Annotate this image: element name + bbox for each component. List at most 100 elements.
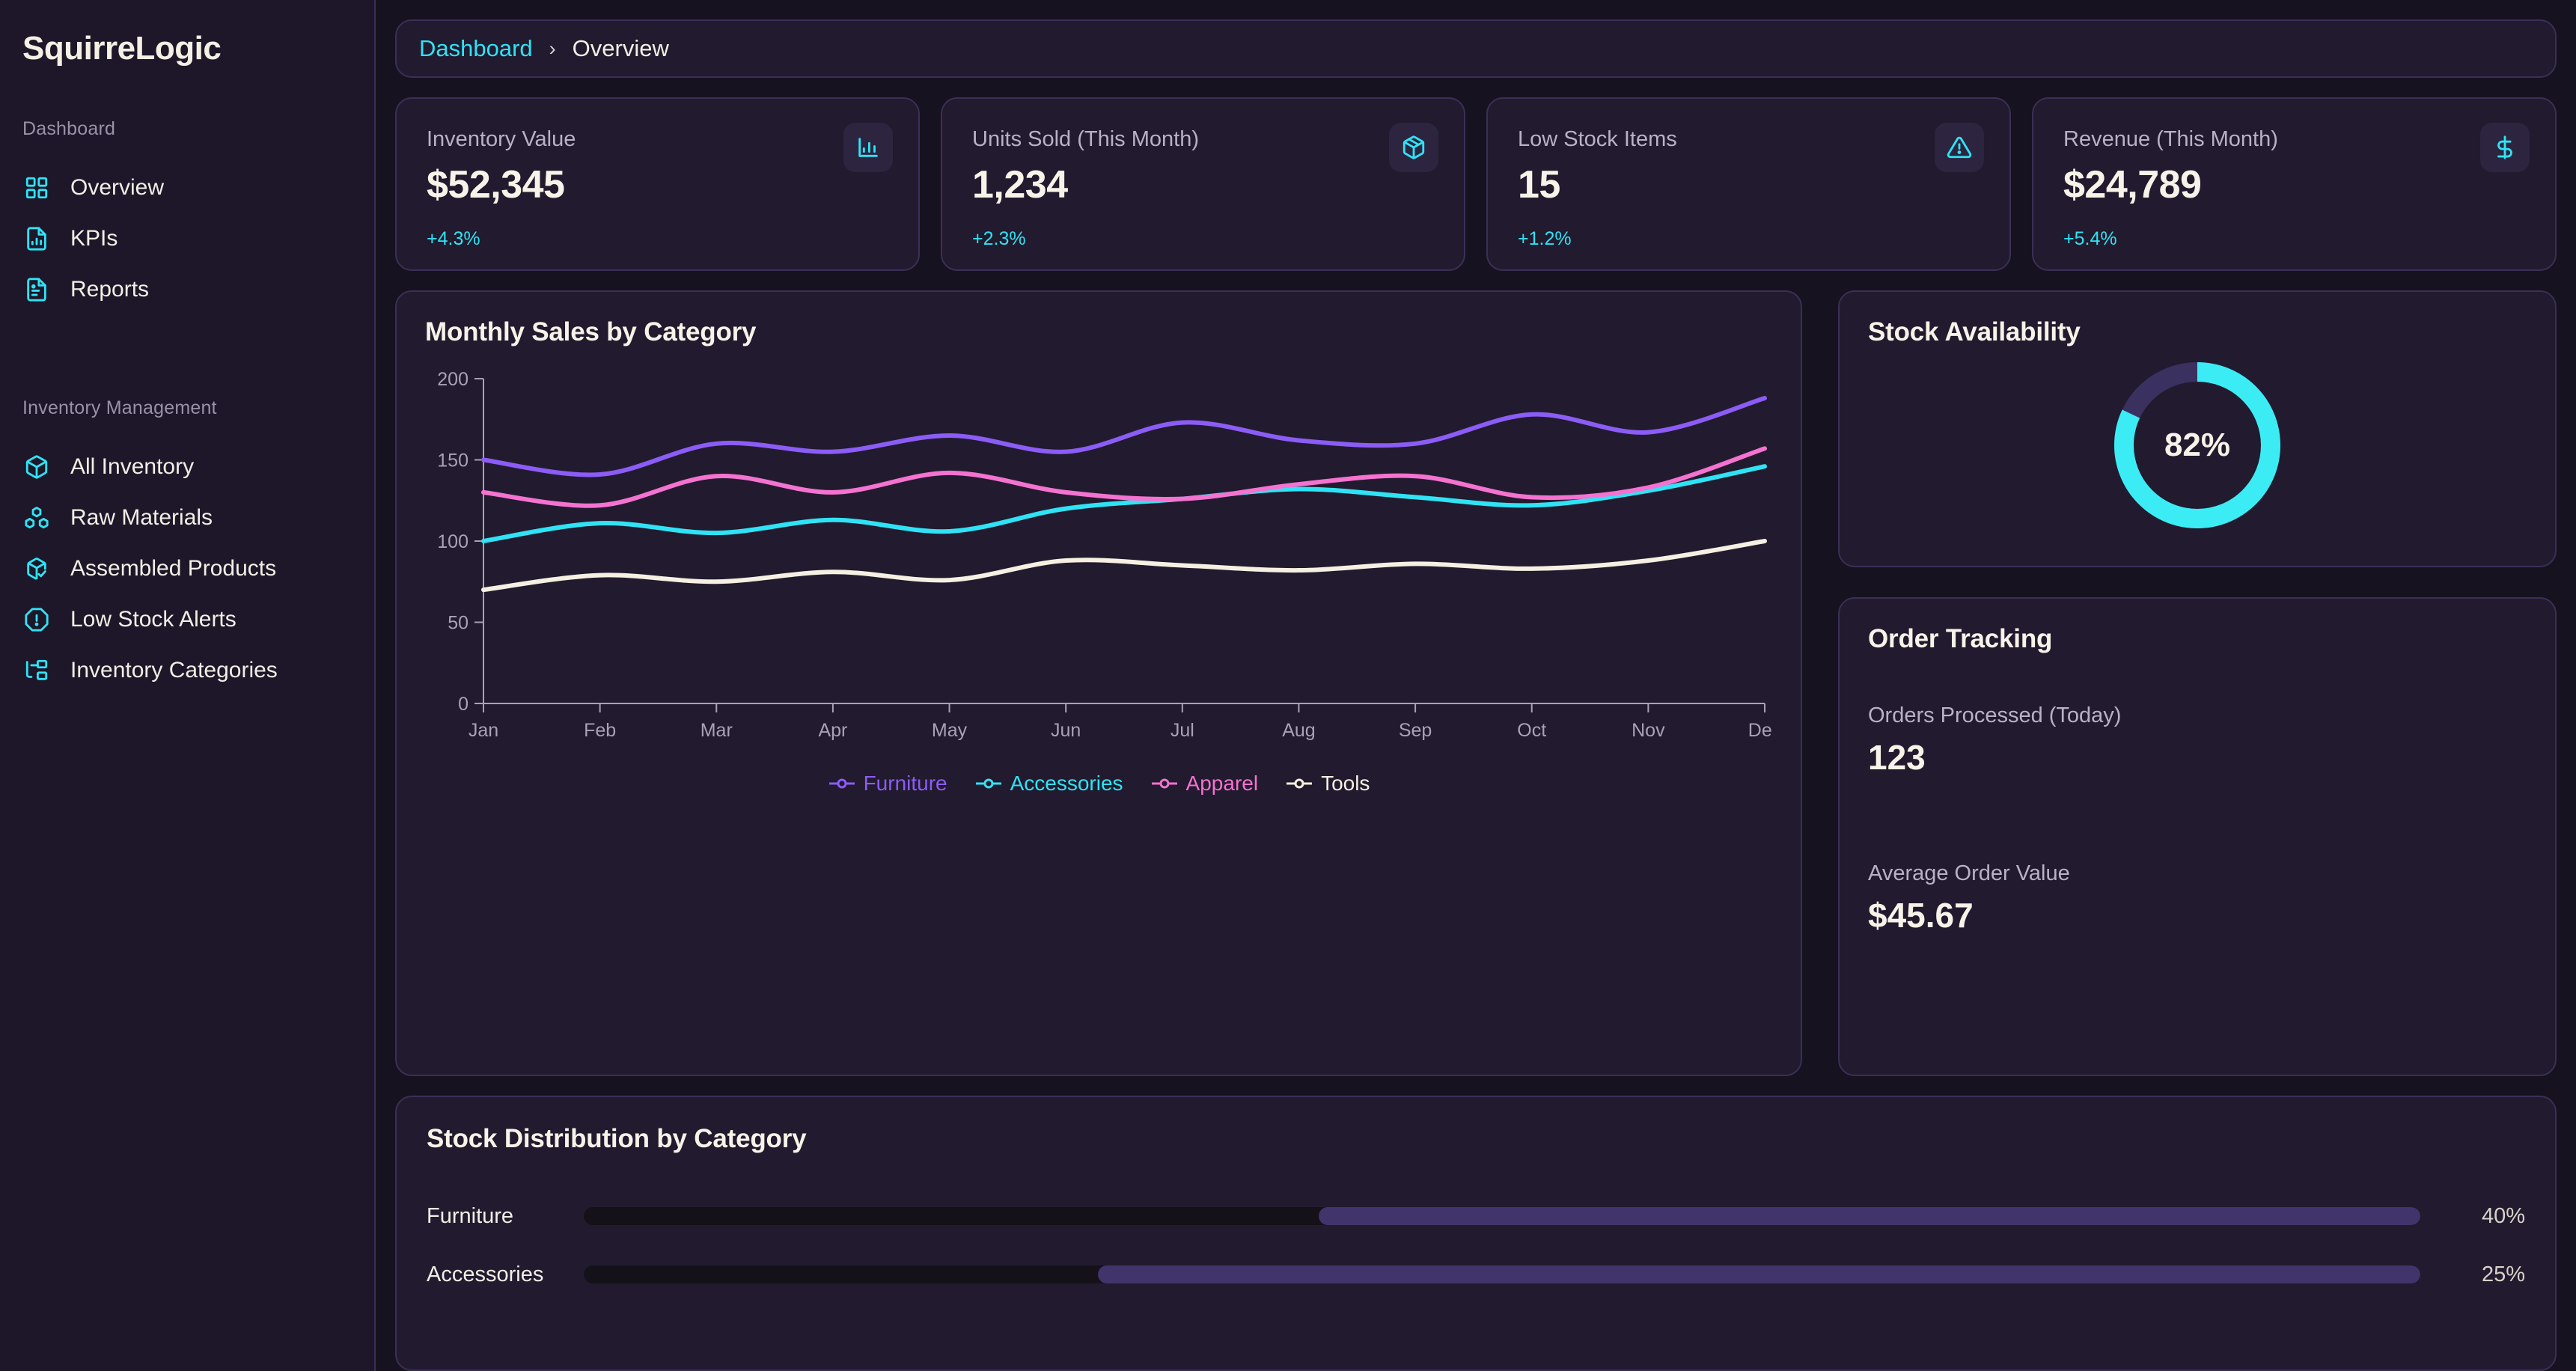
legend-item-apparel[interactable]: Apparel	[1150, 772, 1259, 796]
chart-title: Monthly Sales by Category	[425, 317, 757, 346]
stock-availability-card: Stock Availability 82%	[1838, 290, 2557, 567]
order-metric-orders-processed: Orders Processed (Today) 123	[1868, 703, 2527, 778]
donut-chart: 82%	[1868, 352, 2527, 539]
svg-text:Dec: Dec	[1748, 720, 1772, 741]
svg-text:150: 150	[437, 451, 468, 471]
sidebar: SquirreLogic Dashboard Overview KPIs Rep…	[0, 0, 376, 1371]
kpi-value: 15	[1518, 163, 1560, 207]
kpi-card-low-stock-items[interactable]: Low Stock Items 15 +1.2%	[1486, 97, 2011, 271]
main-content: Dashboard › Overview Inventory Value $52…	[376, 0, 2576, 1371]
package-check-icon	[22, 555, 51, 583]
box-icon	[22, 453, 51, 481]
kpi-label: Revenue (This Month)	[2063, 127, 2278, 151]
svg-text:Nov: Nov	[1632, 720, 1665, 741]
stock-distribution-bar-track	[584, 1265, 2420, 1283]
line-chart-plot: 0 50 100 150 200 Jan Feb Mar Apr May Jun Jul Aug Sep O…	[425, 368, 1781, 761]
sidebar-item-assembled-products[interactable]: Assembled Products	[0, 543, 374, 594]
kpi-row: Inventory Value $52,345 +4.3% Units Sold…	[395, 97, 2557, 271]
legend-label: Accessories	[1010, 772, 1123, 795]
legend-label: Furniture	[863, 772, 947, 795]
stock-distribution-row: Furniture 40%	[427, 1187, 2525, 1245]
order-tracking-title: Order Tracking	[1868, 624, 2053, 653]
legend-item-tools[interactable]: Tools	[1285, 772, 1370, 796]
svg-text:0: 0	[458, 694, 468, 715]
kpi-delta: +2.3%	[972, 228, 1026, 249]
sidebar-item-kpis[interactable]: KPIs	[0, 213, 374, 264]
bar-chart-icon	[843, 123, 893, 172]
legend-marker-icon	[1151, 778, 1177, 789]
stock-distribution-category-label: Furniture	[427, 1203, 514, 1228]
side-column: Stock Availability 82% Order Tracking Or…	[1838, 290, 2557, 1076]
monthly-sales-chart-card: Monthly Sales by Category 0 50 100 150 200 Ja…	[395, 290, 1802, 1076]
legend-label: Tools	[1321, 772, 1370, 795]
file-text-icon	[22, 275, 51, 304]
sidebar-item-label: Low Stock Alerts	[70, 607, 236, 632]
sidebar-group-dashboard: Dashboard Overview KPIs Reports	[0, 118, 374, 315]
svg-text:200: 200	[437, 369, 468, 390]
sidebar-item-inventory-categories[interactable]: Inventory Categories	[0, 645, 374, 696]
svg-text:Mar: Mar	[701, 720, 733, 741]
alert-octagon-icon	[22, 605, 51, 634]
svg-text:Jan: Jan	[468, 720, 498, 741]
sidebar-item-raw-materials[interactable]: Raw Materials	[0, 492, 374, 543]
kpi-delta: +4.3%	[427, 228, 480, 249]
svg-text:May: May	[932, 720, 968, 741]
donut-percent-label: 82%	[2164, 427, 2231, 463]
sidebar-item-reports[interactable]: Reports	[0, 264, 374, 315]
sidebar-item-label: Reports	[70, 277, 150, 302]
kpi-label: Low Stock Items	[1518, 127, 1677, 151]
legend-label: Apparel	[1185, 772, 1259, 795]
dollar-icon	[2480, 123, 2530, 172]
sidebar-item-overview[interactable]: Overview	[0, 162, 374, 213]
order-metric-label: Average Order Value	[1868, 861, 2070, 885]
stock-distribution-title: Stock Distribution by Category	[427, 1124, 807, 1153]
stock-distribution-card: Stock Distribution by Category Furniture…	[395, 1096, 2557, 1371]
kpi-value: 1,234	[972, 163, 1068, 207]
svg-text:Feb: Feb	[584, 720, 616, 741]
kpi-label: Inventory Value	[427, 127, 576, 151]
order-metric-value: $45.67	[1868, 896, 1974, 935]
kpi-delta: +1.2%	[1518, 228, 1572, 249]
breadcrumb-link-dashboard[interactable]: Dashboard	[419, 35, 533, 62]
sidebar-item-label: KPIs	[70, 226, 118, 251]
kpi-value: $52,345	[427, 163, 565, 207]
legend-marker-icon	[975, 778, 1001, 789]
line-chart-svg: 0 50 100 150 200 Jan Feb Mar Apr May Jun Jul Aug Sep O…	[437, 369, 1781, 741]
order-metric-value: 123	[1868, 738, 1926, 777]
sidebar-item-label: Assembled Products	[70, 556, 277, 581]
package-icon	[1389, 123, 1438, 172]
kpi-delta: +5.4%	[2063, 228, 2117, 249]
stock-distribution-bar-fill	[1318, 1207, 2420, 1225]
svg-text:Jul: Jul	[1171, 720, 1194, 741]
boxes-icon	[22, 504, 51, 532]
kpi-card-units-sold[interactable]: Units Sold (This Month) 1,234 +2.3%	[941, 97, 1465, 271]
legend-marker-icon	[828, 778, 855, 789]
app-root: SquirreLogic Dashboard Overview KPIs Rep…	[0, 0, 2576, 1371]
middle-row: Monthly Sales by Category 0 50 100 150 200 Ja…	[395, 290, 2557, 1076]
stock-distribution-bar-track	[584, 1207, 2420, 1225]
svg-text:50: 50	[448, 613, 468, 634]
stock-distribution-row: Accessories 25%	[427, 1245, 2525, 1304]
svg-text:Jun: Jun	[1051, 720, 1081, 741]
sidebar-item-label: Overview	[70, 175, 165, 200]
order-tracking-card: Order Tracking Orders Processed (Today) …	[1838, 597, 2557, 1076]
legend-item-accessories[interactable]: Accessories	[974, 772, 1123, 796]
legend-marker-icon	[1287, 778, 1313, 789]
svg-text:Oct: Oct	[1517, 720, 1546, 741]
order-metric-label: Orders Processed (Today)	[1868, 703, 2122, 727]
kpi-label: Units Sold (This Month)	[972, 127, 1199, 151]
legend-item-furniture[interactable]: Furniture	[828, 772, 947, 796]
sidebar-item-low-stock-alerts[interactable]: Low Stock Alerts	[0, 594, 374, 645]
breadcrumb-current: Overview	[572, 35, 669, 61]
kpi-card-revenue[interactable]: Revenue (This Month) $24,789 +5.4%	[2032, 97, 2557, 271]
stock-distribution-bar-fill	[1098, 1265, 2420, 1283]
svg-text:Sep: Sep	[1399, 720, 1432, 741]
stock-availability-title: Stock Availability	[1868, 317, 2081, 346]
sidebar-group-heading: Inventory Management	[22, 397, 217, 418]
sidebar-group-heading: Dashboard	[22, 118, 116, 139]
kpi-card-inventory-value[interactable]: Inventory Value $52,345 +4.3%	[395, 97, 920, 271]
sidebar-group-inventory: Inventory Management All Inventory Raw M…	[0, 397, 374, 696]
brand-title: SquirreLogic	[22, 30, 222, 67]
breadcrumb: Dashboard › Overview	[395, 19, 2557, 78]
sidebar-item-all-inventory[interactable]: All Inventory	[0, 442, 374, 492]
